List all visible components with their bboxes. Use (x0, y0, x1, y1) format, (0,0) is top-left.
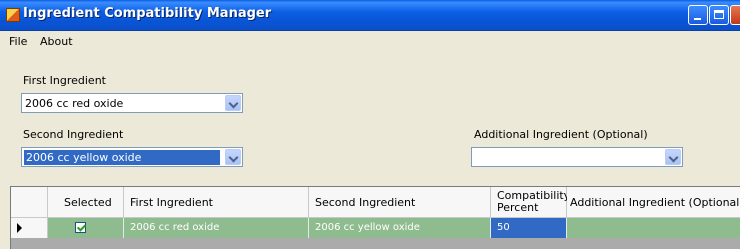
row-pointer-icon (17, 223, 22, 233)
checkbox-checked-icon[interactable] (75, 222, 86, 233)
first-ingredient-dropdown[interactable]: 2006 cc red oxide (21, 93, 243, 113)
menu-bar: File About (0, 31, 740, 53)
first-ingredient-label: First Ingredient (23, 74, 106, 87)
column-header-additional-ingredient[interactable]: Additional Ingredient (Optional) (567, 187, 740, 218)
cell-compatibility-percent[interactable]: 50 (491, 218, 567, 238)
column-header-first-ingredient[interactable]: First Ingredient (124, 187, 309, 218)
cell-second-ingredient[interactable]: 2006 cc yellow oxide (309, 218, 491, 238)
chevron-down-icon[interactable] (225, 95, 241, 111)
cell-second-ingredient-text: 2006 cc yellow oxide (315, 222, 420, 233)
second-ingredient-dropdown[interactable]: 2006 cc yellow oxide (21, 147, 243, 167)
cell-first-ingredient-text: 2006 cc red oxide (130, 222, 220, 233)
maximize-button[interactable] (709, 5, 729, 25)
chevron-down-icon[interactable] (225, 149, 241, 165)
first-ingredient-value: 2006 cc red oxide (25, 97, 124, 110)
compatibility-grid[interactable]: Selected First Ingredient Second Ingredi… (10, 186, 740, 249)
row-header[interactable] (11, 218, 48, 238)
maximize-icon (714, 10, 724, 19)
minimize-icon (694, 18, 701, 20)
window-title: Ingredient Compatibility Manager (23, 6, 272, 21)
column-header-compatibility-percent[interactable]: Compatibility Percent (491, 187, 570, 218)
additional-ingredient-dropdown[interactable] (471, 147, 683, 167)
close-button[interactable] (730, 5, 740, 25)
app-window: Ingredient Compatibility Manager File Ab… (0, 0, 740, 249)
cell-additional-ingredient[interactable] (567, 218, 740, 238)
cell-first-ingredient[interactable]: 2006 cc red oxide (124, 218, 309, 238)
column-header-selected[interactable]: Selected (48, 187, 124, 218)
column-header-first-label: First Ingredient (130, 196, 213, 209)
additional-ingredient-label: Additional Ingredient (Optional) (474, 128, 648, 141)
chevron-down-icon[interactable] (665, 149, 681, 165)
column-header-second-label: Second Ingredient (315, 196, 416, 209)
cell-selected[interactable] (48, 218, 124, 238)
column-header-percent-line2: Percent (497, 201, 539, 214)
second-ingredient-label: Second Ingredient (23, 128, 124, 141)
menu-about[interactable]: About (40, 35, 73, 48)
menu-file[interactable]: File (9, 35, 27, 48)
cell-compatibility-percent-text: 50 (497, 222, 510, 233)
second-ingredient-value: 2006 cc yellow oxide (24, 150, 220, 165)
title-bar[interactable]: Ingredient Compatibility Manager (0, 0, 740, 31)
column-header-second-ingredient[interactable]: Second Ingredient (309, 187, 491, 218)
column-header-additional-label: Additional Ingredient (Optional) (570, 196, 740, 209)
app-icon (6, 8, 20, 22)
minimize-button[interactable] (688, 5, 708, 25)
column-header-selected-label: Selected (64, 196, 112, 209)
row-header-corner (11, 187, 48, 218)
